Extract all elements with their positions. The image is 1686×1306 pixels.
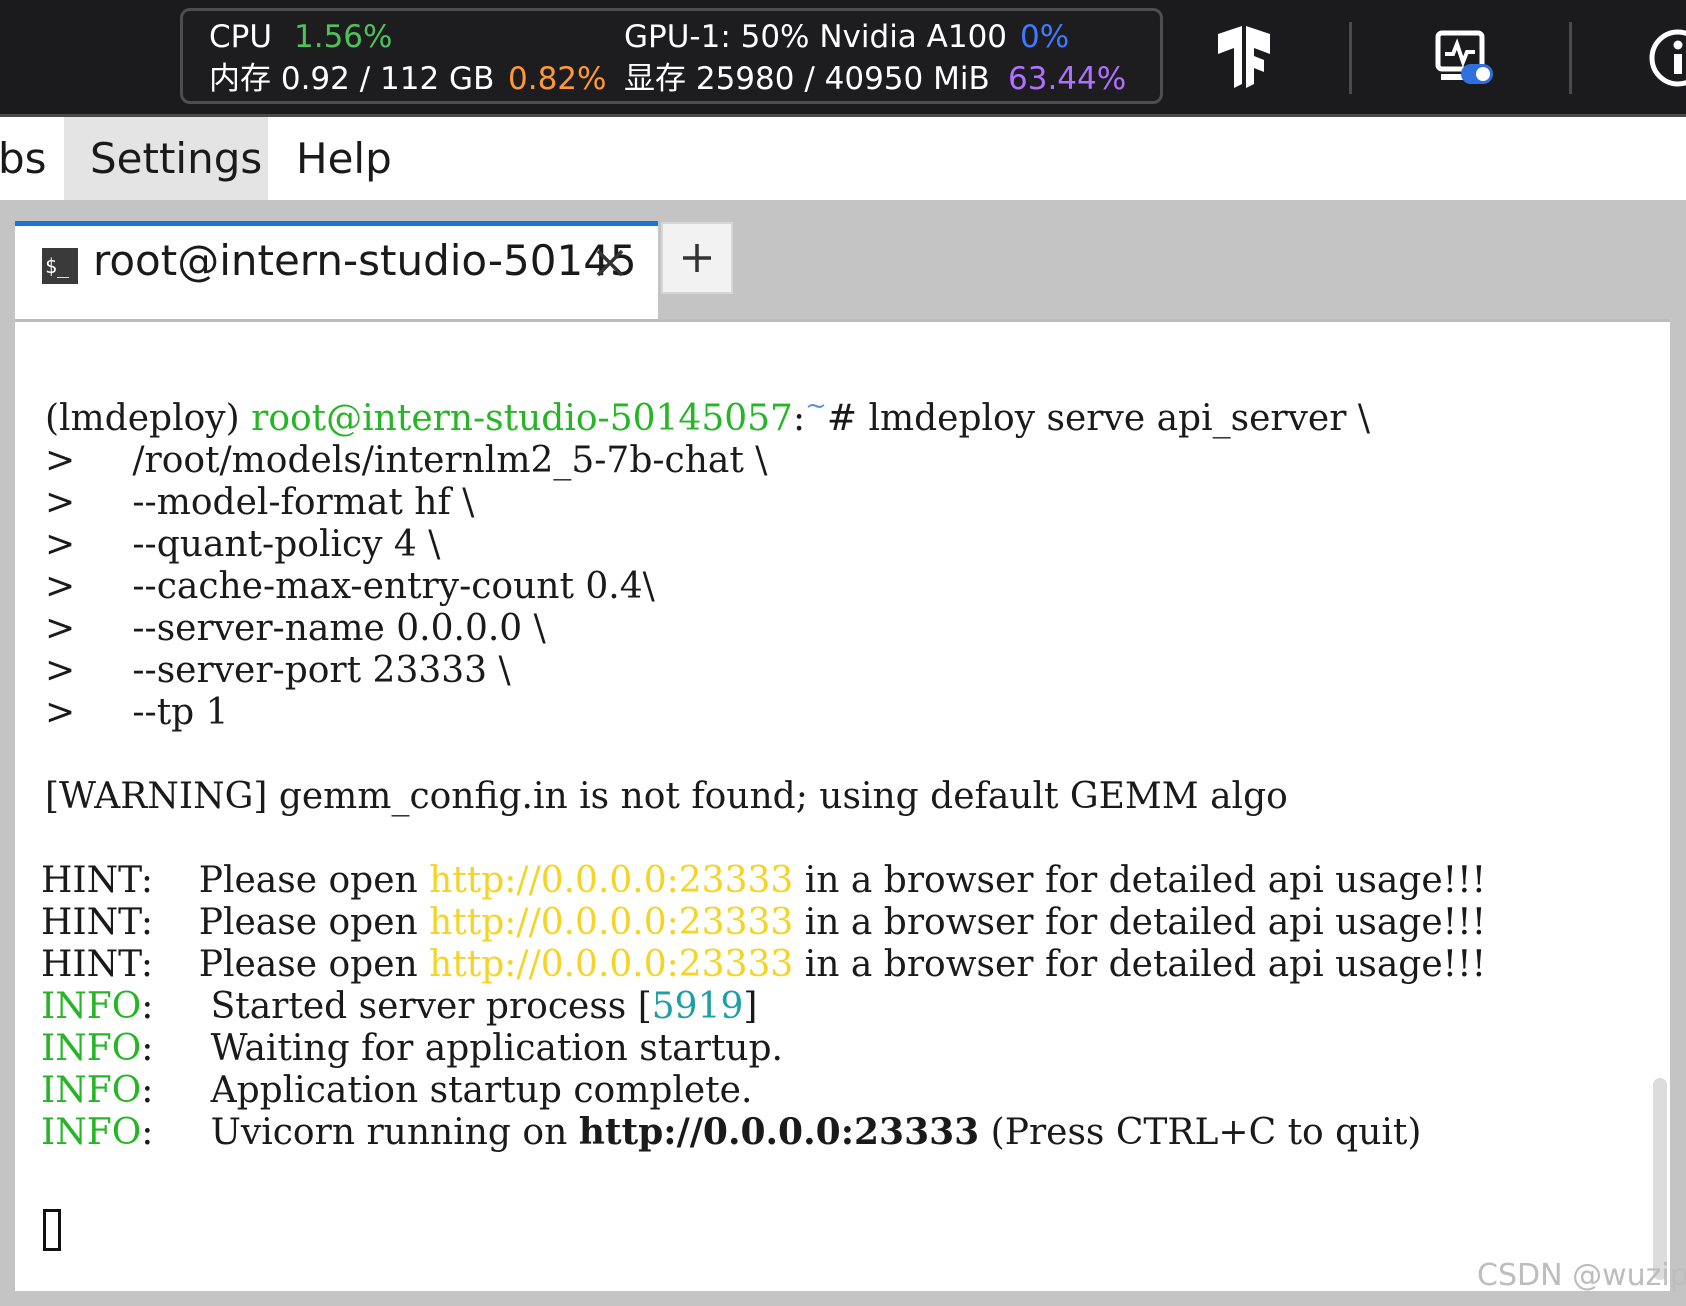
hint-url[interactable]: http://0.0.0.0:23333	[429, 944, 793, 985]
menu-item-tabs[interactable]: bs	[0, 117, 58, 200]
info-label: INFO	[41, 1112, 142, 1153]
continuation-line: > --model-format hf \	[45, 482, 475, 523]
info-text: Started server process	[153, 986, 638, 1027]
tensorflow-icon[interactable]	[1214, 26, 1274, 88]
monitor-toggle-icon[interactable]	[1435, 30, 1495, 86]
memory-value: 0.82%	[508, 61, 607, 97]
hint-text: Please open	[152, 944, 430, 985]
continuation-line: > --cache-max-entry-count 0.4\	[45, 566, 655, 607]
menu-bar: bs Settings Help	[0, 117, 1686, 200]
info-text: Waiting for application startup.	[153, 1028, 783, 1069]
hint-label: HINT:	[41, 902, 153, 943]
cpu-label: CPU	[209, 19, 273, 55]
terminal-icon: $_	[42, 248, 78, 284]
terminal-tab[interactable]: $_ root@intern-studio-50145	[15, 221, 658, 319]
info-line: INFO: Application startup complete.	[41, 1068, 752, 1113]
command-text: # lmdeploy serve api_server \	[826, 398, 1371, 439]
info-line: INFO: Waiting for application startup.	[41, 1026, 783, 1071]
hint-url[interactable]: http://0.0.0.0:23333	[429, 902, 793, 943]
hint-label: HINT:	[41, 944, 153, 985]
vram-value: 63.44%	[1008, 61, 1127, 97]
info-colon: :	[141, 1028, 154, 1069]
info-label: INFO	[41, 1028, 142, 1069]
hint-url[interactable]: http://0.0.0.0:23333	[429, 860, 793, 901]
info-text: (Press CTRL+C to quit)	[979, 1112, 1422, 1153]
gpu-value: 0%	[1020, 19, 1070, 55]
toolbar-divider	[1569, 22, 1572, 94]
info-line: INFO: Uvicorn running on http://0.0.0.0:…	[41, 1110, 1421, 1155]
warning-line: [WARNING] gemm_config.in is not found; u…	[45, 776, 1288, 817]
memory-label: 内存 0.92 / 112 GB	[209, 61, 495, 97]
prompt-directory: ~	[805, 391, 827, 421]
continuation-line: > --quant-policy 4 \	[45, 524, 441, 565]
info-colon: :	[141, 1112, 154, 1153]
close-icon[interactable]	[593, 246, 627, 280]
menu-item-settings[interactable]: Settings	[64, 117, 268, 200]
prompt-separator: :	[792, 398, 806, 439]
server-url[interactable]: http://0.0.0.0:23333	[579, 1111, 980, 1153]
info-colon: :	[141, 1070, 154, 1111]
terminal-cursor	[43, 1209, 61, 1251]
new-tab-button[interactable]	[661, 222, 733, 294]
info-text: Uvicorn running on	[153, 1112, 579, 1153]
gpu-label: GPU-1: 50% Nvidia A100	[624, 19, 1008, 55]
hint-label: HINT:	[41, 860, 153, 901]
hint-line: HINT: Please open http://0.0.0.0:23333 i…	[41, 900, 1486, 945]
info-label: INFO	[41, 986, 142, 1027]
continuation-line: > --server-port 23333 \	[45, 650, 511, 691]
hint-text: in a browser for detailed api usage!!!	[793, 944, 1487, 985]
hint-text: in a browser for detailed api usage!!!	[793, 860, 1487, 901]
info-icon[interactable]	[1648, 28, 1686, 88]
continuation-line: > /root/models/internlm2_5-7b-chat \	[45, 440, 768, 481]
tab-title: root@intern-studio-50145	[93, 236, 637, 285]
plus-icon	[683, 244, 711, 272]
toolbar-divider	[1349, 22, 1352, 94]
hint-text: in a browser for detailed api usage!!!	[793, 902, 1487, 943]
hint-line: HINT: Please open http://0.0.0.0:23333 i…	[41, 858, 1486, 903]
info-colon: :	[141, 986, 154, 1027]
pid-bracket: [	[637, 986, 652, 1027]
prompt-user-host: root@intern-studio-50145057	[251, 398, 793, 439]
continuation-line: > --server-name 0.0.0.0 \	[45, 608, 546, 649]
hint-text: Please open	[152, 902, 430, 943]
cpu-value: 1.56%	[294, 19, 393, 55]
hint-text: Please open	[152, 860, 430, 901]
scrollbar-thumb[interactable]	[1653, 1078, 1667, 1280]
pid-bracket: ]	[743, 986, 758, 1027]
terminal-output[interactable]: (lmdeploy) root@intern-studio-50145057:~…	[15, 319, 1670, 1291]
process-id: 5919	[651, 986, 744, 1027]
info-label: INFO	[41, 1070, 142, 1111]
info-text: Application startup complete.	[153, 1070, 753, 1111]
vram-label: 显存 25980 / 40950 MiB	[624, 61, 990, 97]
watermark: CSDN @wuzipl	[1477, 1258, 1686, 1293]
continuation-line: > --tp 1	[45, 692, 229, 733]
hint-line: HINT: Please open http://0.0.0.0:23333 i…	[41, 942, 1486, 987]
info-line: INFO: Started server process [5919]	[41, 984, 757, 1029]
conda-env: (lmdeploy)	[45, 398, 240, 439]
top-status-bar: CPU 1.56% 内存 0.92 / 112 GB 0.82% GPU-1: …	[0, 0, 1686, 117]
resource-monitor: CPU 1.56% 内存 0.92 / 112 GB 0.82% GPU-1: …	[180, 8, 1163, 104]
menu-item-help[interactable]: Help	[296, 117, 406, 200]
